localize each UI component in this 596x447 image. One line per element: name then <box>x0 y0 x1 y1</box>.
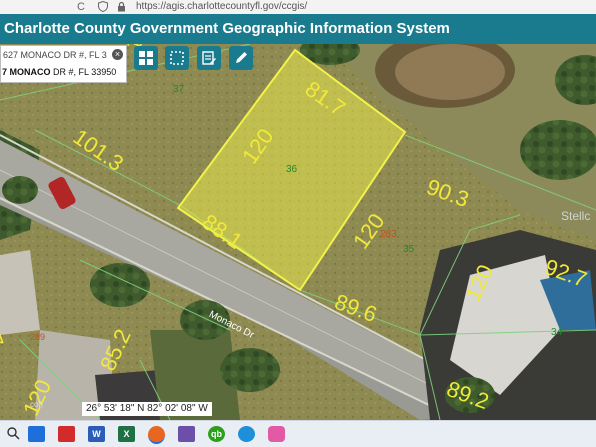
search-suggestion[interactable]: 7 MONACO DR #, FL 33950 <box>0 64 127 83</box>
page-title: Charlotte County Government Geographic I… <box>4 20 450 37</box>
suggestion-rest: DR #, FL 33950 <box>50 67 117 77</box>
address-search[interactable]: × <box>0 45 127 66</box>
word-icon[interactable]: W <box>88 426 105 442</box>
photos-icon[interactable] <box>268 426 285 442</box>
file-explorer-icon[interactable] <box>28 426 45 442</box>
parcel-number: 36 <box>286 164 298 175</box>
suggestion-match: 7 MONACO <box>2 67 51 77</box>
dashed-square-icon <box>170 51 184 65</box>
url-text[interactable]: https://agis.charlottecountyfl.gov/ccgis… <box>136 0 307 14</box>
partial-label: Stellc <box>561 209 591 223</box>
notes-button[interactable] <box>197 46 221 70</box>
layers-grid-button[interactable] <box>134 46 158 70</box>
quickbooks-icon[interactable]: qb <box>208 426 225 442</box>
shield-icon[interactable] <box>98 1 108 12</box>
reload-icon[interactable]: C <box>77 0 85 14</box>
grid-icon <box>139 51 153 65</box>
select-area-button[interactable] <box>165 46 189 70</box>
aerial-map[interactable] <box>0 44 596 420</box>
parcel-number: 35 <box>403 244 415 255</box>
lock-icon[interactable] <box>117 1 126 12</box>
draw-button[interactable] <box>229 46 253 70</box>
coordinate-readout: 26° 53' 18" N 82° 02' 08" W <box>82 402 212 416</box>
edit-note-icon <box>202 51 216 65</box>
parcel-number: 37 <box>173 84 185 95</box>
os-taskbar: W X qb <box>0 420 596 447</box>
app-header: Charlotte County Government Geographic I… <box>0 14 596 44</box>
search-input[interactable] <box>3 47 107 62</box>
image-viewer-icon[interactable] <box>178 426 195 442</box>
map-view[interactable]: 37 36 283 35 34 289 101.3 81.7 120 88.1 … <box>0 44 596 420</box>
search-icon[interactable] <box>6 426 23 442</box>
browser-url-bar: C https://agis.charlottecountyfl.gov/ccg… <box>0 0 596 15</box>
parcel-number: 289 <box>30 332 46 342</box>
parcel-number: 34 <box>551 327 563 338</box>
edge-icon[interactable] <box>238 426 255 442</box>
excel-icon[interactable]: X <box>118 426 135 442</box>
clear-search-icon[interactable]: × <box>112 49 123 60</box>
pdf-reader-icon[interactable] <box>58 426 75 442</box>
pencil-icon <box>236 52 247 63</box>
firefox-icon[interactable] <box>148 426 165 444</box>
partial-label: coft <box>30 400 43 409</box>
suggestion-text[interactable]: 7 MONACO DR #, FL 33950 <box>2 67 116 77</box>
